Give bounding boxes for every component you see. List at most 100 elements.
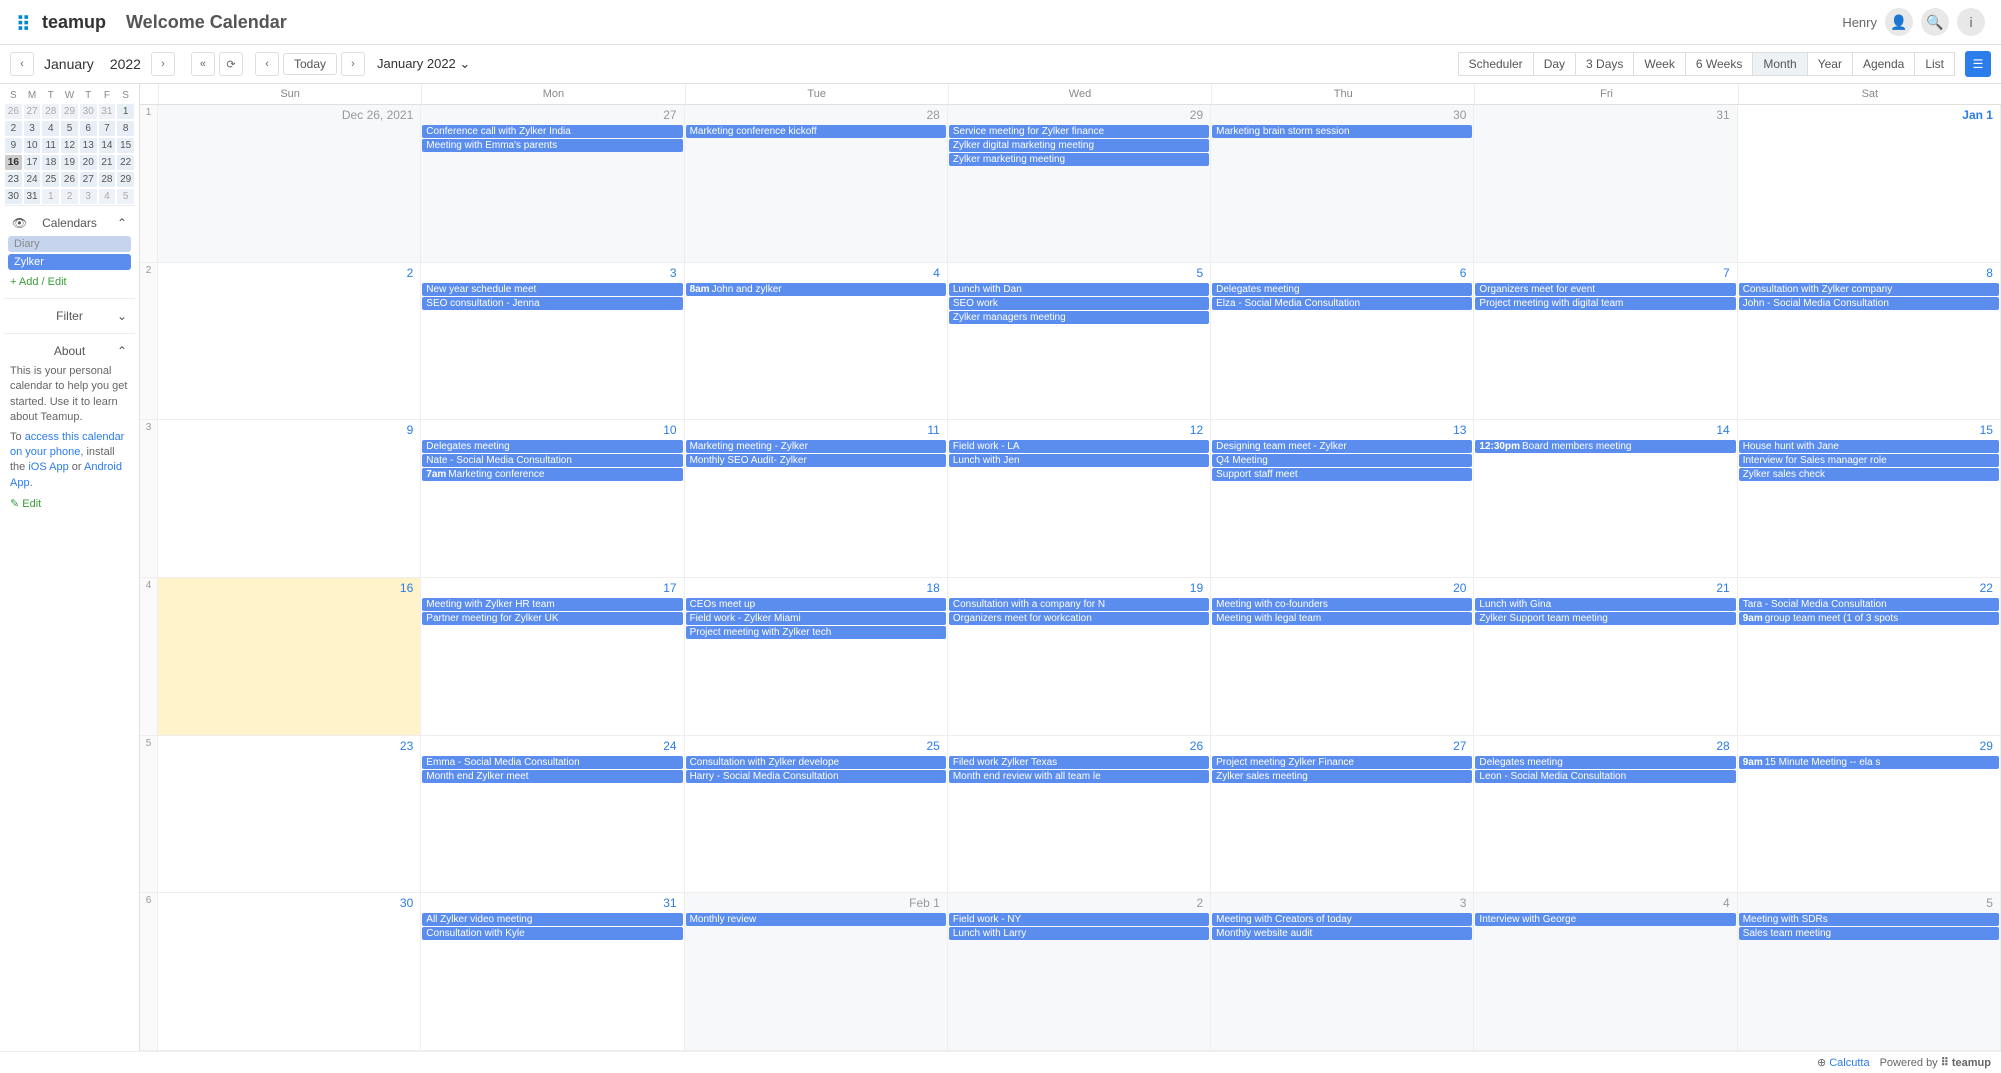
day-number[interactable]: 22 <box>1739 579 1999 597</box>
view-tab-3days[interactable]: 3 Days <box>1575 52 1634 76</box>
mini-cal-day[interactable]: 30 <box>4 188 23 205</box>
search-icon[interactable]: 🔍 <box>1921 8 1949 36</box>
day-number[interactable]: 5 <box>949 264 1209 282</box>
day-number[interactable]: 18 <box>686 579 946 597</box>
event[interactable]: Zylker Support team meeting <box>1475 612 1735 625</box>
event[interactable]: New year schedule meet <box>422 283 682 296</box>
event[interactable]: Field work - Zylker Miami <box>686 612 946 625</box>
event[interactable]: Delegates meeting <box>422 440 682 453</box>
day-cell[interactable]: Jan 1 <box>1738 105 2001 263</box>
day-number[interactable]: 14 <box>1475 421 1735 439</box>
event[interactable]: John - Social Media Consultation <box>1739 297 1999 310</box>
mini-cal-day[interactable]: 31 <box>23 188 42 205</box>
day-number[interactable]: 17 <box>422 579 682 597</box>
event[interactable]: Service meeting for Zylker finance <box>949 125 1209 138</box>
day-number[interactable]: 29 <box>949 106 1209 124</box>
event[interactable]: Zylker sales check <box>1739 468 1999 481</box>
mini-cal-day[interactable]: 27 <box>23 103 42 120</box>
next-button[interactable]: › <box>341 52 365 76</box>
day-number[interactable]: 11 <box>686 421 946 439</box>
mini-next-button[interactable]: › <box>151 52 175 76</box>
event[interactable]: 12:30pmBoard members meeting <box>1475 440 1735 453</box>
about-link-ios[interactable]: iOS App <box>28 461 68 473</box>
event[interactable]: Consultation with Zylker develope <box>686 756 946 769</box>
day-number[interactable]: Dec 26, 2021 <box>159 106 419 124</box>
day-cell[interactable]: 2Field work - NYLunch with Larry <box>948 893 1211 1051</box>
about-edit-link[interactable]: ✎ Edit <box>8 493 131 514</box>
event[interactable]: Monthly review <box>686 913 946 926</box>
day-number[interactable]: 31 <box>1475 106 1735 124</box>
day-number[interactable]: 21 <box>1475 579 1735 597</box>
day-number[interactable]: 30 <box>159 894 419 912</box>
event[interactable]: Monthly website audit <box>1212 927 1472 940</box>
view-tab-year[interactable]: Year <box>1807 52 1853 76</box>
mini-cal-day[interactable]: 3 <box>79 188 98 205</box>
today-button[interactable]: Today <box>283 53 337 75</box>
event[interactable]: Interview for Sales manager role <box>1739 454 1999 467</box>
mini-cal-day[interactable]: 15 <box>116 137 135 154</box>
day-number[interactable]: 13 <box>1212 421 1472 439</box>
view-tab-day[interactable]: Day <box>1533 52 1576 76</box>
event[interactable]: Harry - Social Media Consultation <box>686 770 946 783</box>
event[interactable]: Month end review with all team le <box>949 770 1209 783</box>
day-cell[interactable]: 2 <box>158 263 421 421</box>
event[interactable]: Partner meeting for Zylker UK <box>422 612 682 625</box>
view-tab-6weeks[interactable]: 6 Weeks <box>1685 52 1753 76</box>
mini-cal-day[interactable]: 3 <box>23 120 42 137</box>
user-icon[interactable]: 👤 <box>1885 8 1913 36</box>
mini-cal-day[interactable]: 4 <box>41 120 60 137</box>
day-cell[interactable]: 28Marketing conference kickoff <box>685 105 948 263</box>
event[interactable]: Project meeting Zylker Finance <box>1212 756 1472 769</box>
day-number[interactable]: 4 <box>686 264 946 282</box>
event[interactable]: CEOs meet up <box>686 598 946 611</box>
event[interactable]: Emma - Social Media Consultation <box>422 756 682 769</box>
event[interactable]: Zylker marketing meeting <box>949 153 1209 166</box>
day-cell[interactable]: 26Filed work Zylker TexasMonth end revie… <box>948 736 1211 894</box>
day-cell[interactable]: 15House hunt with JaneInterview for Sale… <box>1738 420 2001 578</box>
timezone-link[interactable]: ⊕ Calcutta <box>1817 1056 1870 1069</box>
event[interactable]: Marketing meeting - Zylker <box>686 440 946 453</box>
day-cell[interactable]: 19Consultation with a company for NOrgan… <box>948 578 1211 736</box>
event[interactable]: Marketing conference kickoff <box>686 125 946 138</box>
event[interactable]: Elza - Social Media Consultation <box>1212 297 1472 310</box>
day-number[interactable]: 16 <box>159 579 419 597</box>
refresh-button[interactable]: ⟳ <box>219 52 243 76</box>
event[interactable]: Interview with George <box>1475 913 1735 926</box>
mini-cal-day[interactable]: 10 <box>23 137 42 154</box>
day-cell[interactable]: 299am15 Minute Meeting -- ela s <box>1738 736 2001 894</box>
mini-cal-day[interactable]: 5 <box>116 188 135 205</box>
event[interactable]: Month end Zylker meet <box>422 770 682 783</box>
mini-cal-day[interactable]: 30 <box>79 103 98 120</box>
mini-cal-day[interactable]: 5 <box>60 120 79 137</box>
day-cell[interactable]: 27Conference call with Zylker IndiaMeeti… <box>421 105 684 263</box>
event[interactable]: SEO consultation - Jenna <box>422 297 682 310</box>
mini-cal-day[interactable]: 1 <box>116 103 135 120</box>
event[interactable]: 8amJohn and zylker <box>686 283 946 296</box>
mini-cal-day[interactable]: 6 <box>79 120 98 137</box>
day-number[interactable]: 25 <box>686 737 946 755</box>
day-cell[interactable]: 23 <box>158 736 421 894</box>
day-number[interactable]: 27 <box>1212 737 1472 755</box>
day-number[interactable]: 26 <box>949 737 1209 755</box>
calendars-header[interactable]: 👁 Calendars ⌃ <box>8 212 131 234</box>
day-cell[interactable]: 25Consultation with Zylker developeHarry… <box>685 736 948 894</box>
event[interactable]: Organizers meet for workcation <box>949 612 1209 625</box>
event[interactable]: Meeting with co-founders <box>1212 598 1472 611</box>
event[interactable]: Q4 Meeting <box>1212 454 1472 467</box>
mini-cal-day[interactable]: 27 <box>79 171 98 188</box>
event[interactable]: Project meeting with Zylker tech <box>686 626 946 639</box>
day-cell[interactable]: 5Meeting with SDRsSales team meeting <box>1738 893 2001 1051</box>
day-cell[interactable]: 18CEOs meet upField work - Zylker MiamiP… <box>685 578 948 736</box>
event[interactable]: 9amgroup team meet (1 of 3 spots <box>1739 612 1999 625</box>
mini-cal-day[interactable]: 2 <box>4 120 23 137</box>
event[interactable]: Lunch with Dan <box>949 283 1209 296</box>
event[interactable]: Field work - LA <box>949 440 1209 453</box>
event[interactable]: Sales team meeting <box>1739 927 1999 940</box>
day-number[interactable]: 5 <box>1739 894 1999 912</box>
mini-cal-day[interactable]: 26 <box>60 171 79 188</box>
day-number[interactable]: 4 <box>1475 894 1735 912</box>
day-number[interactable]: 6 <box>1212 264 1472 282</box>
day-cell[interactable]: 28Delegates meetingLeon - Social Media C… <box>1474 736 1737 894</box>
event[interactable]: Consultation with Kyle <box>422 927 682 940</box>
event[interactable]: 9am15 Minute Meeting -- ela s <box>1739 756 1999 769</box>
